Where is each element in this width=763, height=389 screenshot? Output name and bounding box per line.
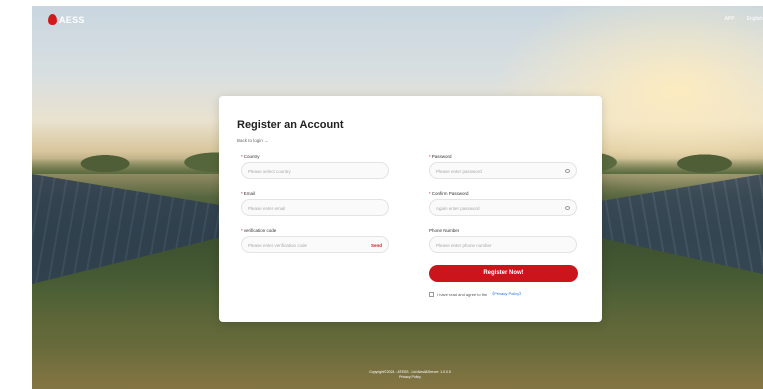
page-title: Register an Account <box>237 119 344 131</box>
privacy-policy-link[interactable]: 《Privacy Policy》 <box>490 291 523 297</box>
top-navigation: APP English <box>725 16 763 22</box>
verification-label: *verification code <box>241 228 277 233</box>
country-label: *Country <box>241 154 260 159</box>
password-label: *Password <box>429 154 452 159</box>
phone-label: Phone Number <box>429 228 460 233</box>
footer: Copyright©2024 - ATESS . Ltd Alesll&Serv… <box>350 370 470 380</box>
app-link[interactable]: APP <box>725 16 735 22</box>
country-select[interactable]: Please select country <box>241 162 389 179</box>
right-column: *Password Please enter password *Confirm… <box>429 152 577 263</box>
left-column: *Country Please select country *Email Pl… <box>241 152 389 263</box>
eye-icon[interactable] <box>565 169 570 173</box>
verification-code-field[interactable]: Please enter verification code Send <box>241 236 389 253</box>
eye-icon[interactable] <box>565 206 570 210</box>
agree-checkbox[interactable] <box>429 291 434 297</box>
send-code-button[interactable]: Send <box>371 237 382 254</box>
brand-logo[interactable]: AESS <box>48 14 85 25</box>
footer-privacy-link[interactable]: Privacy Policy <box>350 375 470 380</box>
confirm-password-field[interactable]: Again enter password <box>429 199 577 216</box>
agreement-text: I have read and agree to the <box>437 291 488 297</box>
agreement-row: I have read and agree to the 《Privacy Po… <box>429 291 523 297</box>
language-selector[interactable]: English <box>747 16 763 22</box>
flame-logo-icon <box>48 14 57 25</box>
email-label: *Email <box>241 191 256 196</box>
back-to-login-link[interactable]: Back to login → <box>237 138 269 143</box>
register-button[interactable]: Register Now! <box>429 265 578 282</box>
email-field[interactable]: Please enter email <box>241 199 389 216</box>
password-field[interactable]: Please enter password <box>429 162 577 179</box>
logo-text: AESS <box>59 14 85 25</box>
register-card: Register an Account Back to login → *Cou… <box>219 96 602 322</box>
phone-field[interactable]: Please enter phone number <box>429 236 577 253</box>
confirm-password-label: *Confirm Password <box>429 191 469 196</box>
solar-panels-right <box>583 174 763 274</box>
solar-panels-left <box>32 174 232 284</box>
